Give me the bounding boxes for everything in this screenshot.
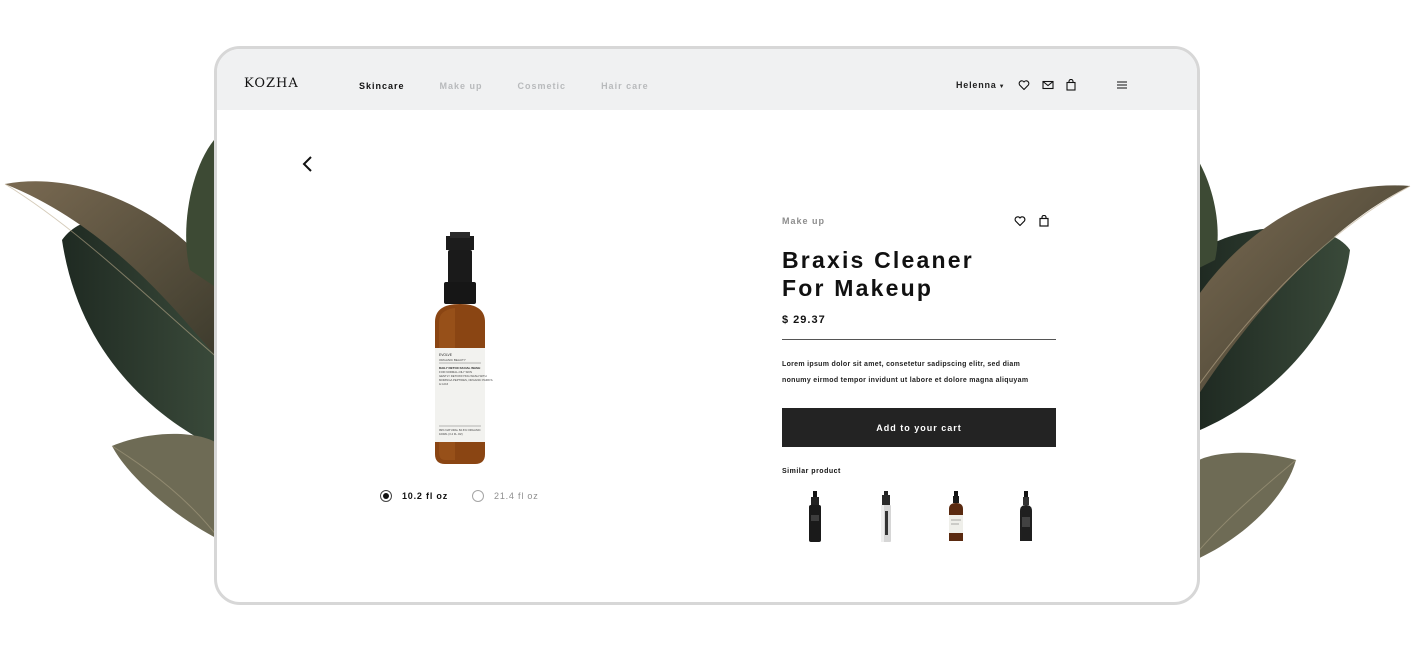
caret-down-icon: ▼ [998,84,1006,90]
bottle-sub: ORGANIC BEAUTY [439,358,466,362]
radio-selected[interactable] [380,490,392,502]
mail-icon[interactable] [1042,79,1054,91]
nav-item-cosmetic[interactable]: Cosmetic [518,81,567,91]
nav-item-hair-care[interactable]: Hair care [601,81,649,91]
wishlist-heart-icon[interactable] [1014,215,1026,227]
menu-icon[interactable] [1116,79,1128,91]
top-navbar: KOZHA Skincare Make up Cosmetic Hair car… [217,49,1197,110]
nav-item-make-up[interactable]: Make up [440,81,483,91]
bag-icon[interactable] [1065,79,1077,91]
bottle-bottom2: 100ML (3.4 FL.OZ) [439,432,463,436]
bottle-brand: EVOLVE [439,353,453,357]
description-line2: nonumy eirmod tempor invidunt ut labore … [782,377,1029,384]
bottle-line4: & GOJI [439,382,448,386]
add-to-cart-button[interactable]: Add to your cart [782,408,1056,447]
similar-product-label: Similar product [782,468,841,475]
heart-icon[interactable] [1018,79,1030,91]
add-bag-icon[interactable] [1038,215,1050,227]
brand-logo[interactable]: KOZHA [244,76,299,91]
back-arrow-icon[interactable] [301,155,315,173]
product-price: $ 29.37 [782,314,826,326]
main-nav: Skincare Make up Cosmetic Hair care [359,81,684,91]
size-label: 10.2 fl oz [402,491,449,501]
product-title-line1: Braxis Cleaner [782,247,974,273]
user-menu[interactable]: Helenna ▼ [956,80,1005,90]
nav-item-skincare[interactable]: Skincare [359,81,405,91]
product-image: EVOLVE ORGANIC BEAUTY DAILY DETOX FACIAL… [435,232,493,464]
similar-product-black-pump-bottle[interactable] [805,491,825,543]
similar-product-black-spray-bottle[interactable] [1016,491,1036,543]
size-label: 21.4 fl oz [494,491,539,501]
size-selector: 10.2 fl oz 21.4 fl oz [380,490,563,502]
description-line1: Lorem ipsum dolor sit amet, consetetur s… [782,361,1021,368]
browser-frame: KOZHA Skincare Make up Cosmetic Hair car… [214,46,1200,605]
size-option-10-2[interactable]: 10.2 fl oz [380,490,448,502]
size-option-21-4[interactable]: 21.4 fl oz [472,490,539,502]
product-category[interactable]: Make up [782,216,825,226]
radio-unselected[interactable] [472,490,485,502]
product-title-line2: For Makeup [782,275,934,301]
similar-product-silver-spray-can[interactable] [876,491,896,543]
user-name: Helenna [956,80,997,90]
divider [782,339,1056,340]
similar-product-amber-pump-bottle[interactable] [946,491,966,543]
product-title: Braxis Cleaner For Makeup [782,246,1102,302]
product-description: Lorem ipsum dolor sit amet, consetetur s… [782,357,1062,389]
